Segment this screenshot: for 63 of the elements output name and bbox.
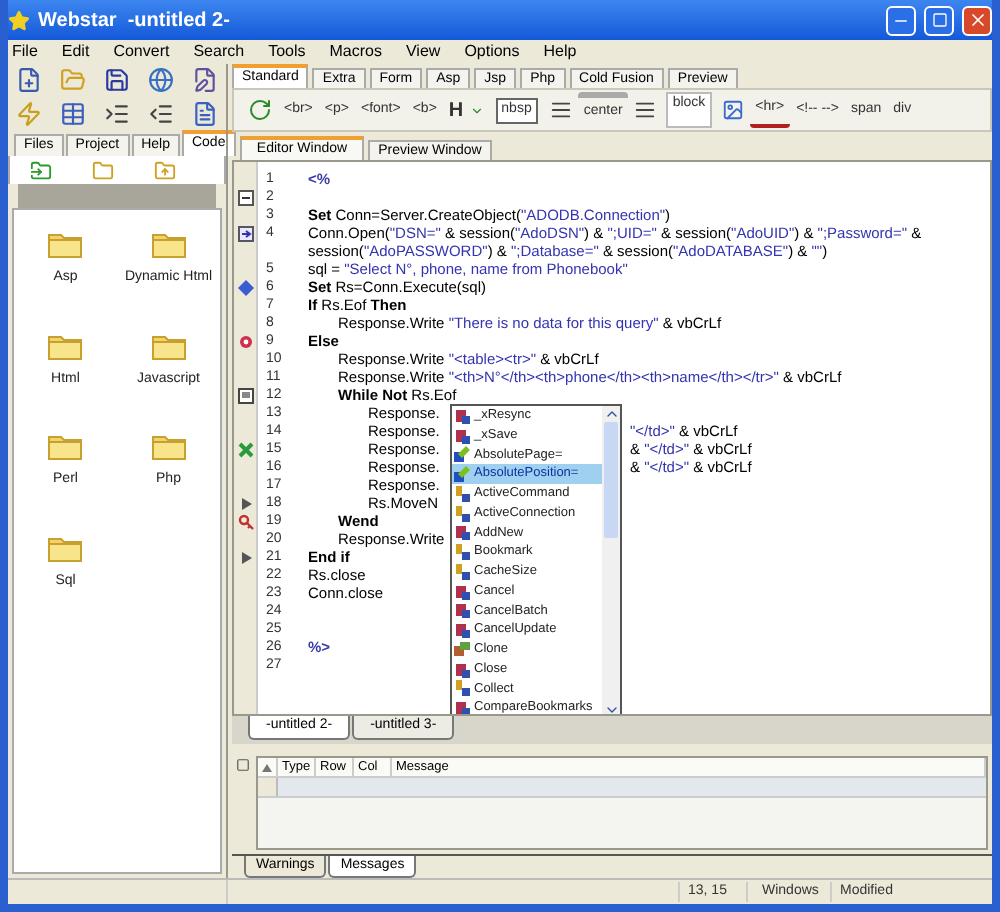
window-title: Webstar -untitled 2- bbox=[38, 7, 230, 35]
menu-item[interactable]: Search bbox=[191, 40, 247, 64]
fold-icon[interactable] bbox=[238, 189, 254, 205]
menu-item[interactable]: Tools bbox=[266, 40, 308, 64]
menu-item[interactable]: Macros bbox=[327, 40, 384, 64]
menu-item[interactable]: Options bbox=[462, 40, 522, 64]
frame-icon bbox=[238, 387, 254, 403]
method-icon bbox=[454, 524, 470, 541]
method-icon bbox=[454, 700, 470, 714]
close-icon bbox=[967, 10, 987, 30]
import-folder-icon[interactable] bbox=[30, 159, 52, 181]
arrow-icon bbox=[241, 551, 251, 563]
menu-item[interactable]: View bbox=[403, 40, 443, 64]
outdent-icon[interactable] bbox=[148, 99, 174, 128]
row-header bbox=[258, 778, 278, 796]
align-icon[interactable] bbox=[549, 98, 572, 122]
object-icon bbox=[454, 641, 470, 658]
scroll-down-icon[interactable] bbox=[603, 702, 619, 714]
table-icon[interactable] bbox=[60, 99, 86, 128]
note-icon bbox=[238, 225, 254, 241]
globe-icon[interactable] bbox=[148, 66, 174, 95]
heading-button[interactable]: H bbox=[442, 92, 470, 128]
close-button[interactable] bbox=[962, 5, 992, 35]
edit-file-icon[interactable] bbox=[192, 66, 218, 95]
align-icon[interactable] bbox=[634, 98, 657, 122]
folder-icon[interactable] bbox=[48, 533, 83, 561]
minimize-button[interactable] bbox=[886, 5, 916, 35]
panel-toggle-icon[interactable] bbox=[236, 758, 250, 772]
menu-item[interactable]: File bbox=[10, 40, 40, 64]
sort-icon[interactable] bbox=[262, 763, 272, 771]
folder-icon[interactable] bbox=[48, 331, 83, 359]
menu-item[interactable]: Edit bbox=[59, 40, 92, 64]
dropdown-icon[interactable] bbox=[469, 103, 484, 117]
maximize-icon bbox=[931, 12, 947, 28]
folder-icon[interactable] bbox=[48, 230, 83, 258]
app-icon bbox=[8, 9, 30, 31]
method-icon bbox=[454, 661, 470, 678]
document-icon[interactable] bbox=[192, 99, 218, 128]
property-icon bbox=[454, 446, 470, 463]
scrollbar[interactable] bbox=[602, 406, 620, 714]
folder-icon[interactable] bbox=[151, 230, 186, 258]
new-file-icon[interactable] bbox=[16, 66, 42, 95]
save-icon[interactable] bbox=[104, 66, 130, 95]
cross-icon bbox=[238, 441, 254, 457]
menu-item[interactable]: Convert bbox=[111, 40, 172, 64]
diamond-icon bbox=[238, 279, 254, 295]
menu-item[interactable]: Help bbox=[541, 40, 579, 64]
property-icon bbox=[454, 680, 470, 697]
refresh-icon[interactable] bbox=[248, 98, 272, 122]
scroll-up-icon[interactable] bbox=[603, 406, 619, 422]
image-icon[interactable] bbox=[721, 98, 744, 122]
scroll-thumb[interactable] bbox=[604, 422, 618, 538]
arrow-icon bbox=[241, 497, 251, 509]
maximize-button[interactable] bbox=[924, 5, 954, 35]
folder-icon[interactable] bbox=[151, 331, 186, 359]
property-icon bbox=[454, 505, 470, 522]
folder-up-icon[interactable] bbox=[154, 159, 176, 181]
key-icon bbox=[238, 513, 254, 529]
folder-icon[interactable] bbox=[151, 432, 186, 460]
breakpoint-icon bbox=[238, 333, 254, 349]
folder-icon[interactable] bbox=[92, 159, 114, 181]
indent-icon[interactable] bbox=[104, 99, 130, 128]
folder-icon[interactable] bbox=[48, 432, 83, 460]
